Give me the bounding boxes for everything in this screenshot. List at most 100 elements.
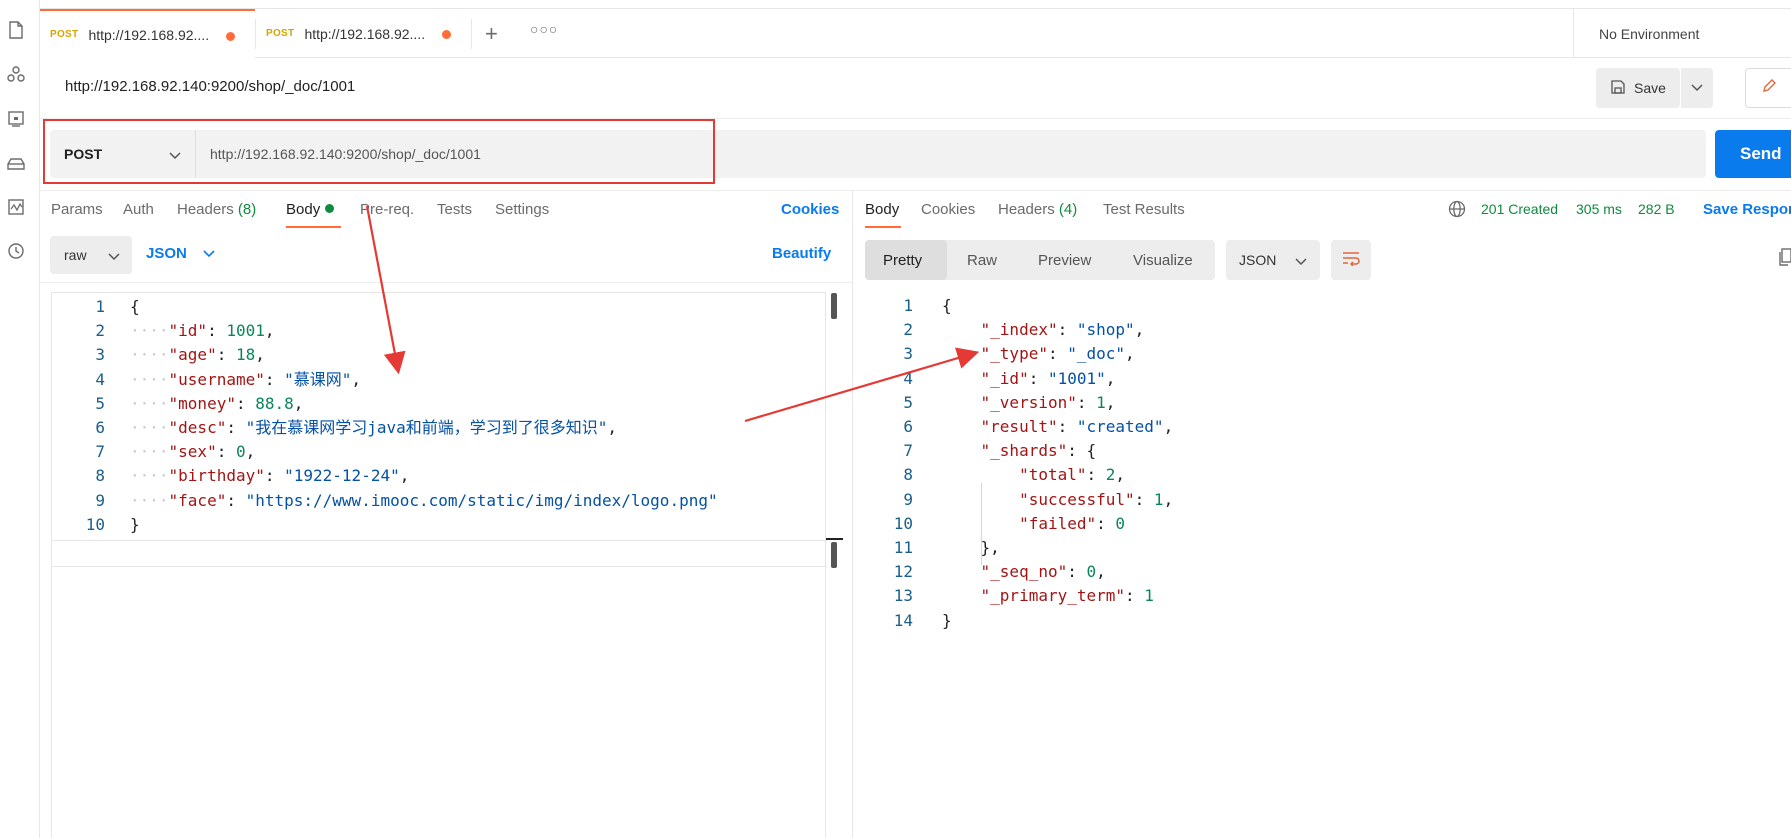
more-tabs-icon[interactable]: ○○○ — [530, 21, 558, 37]
json-key: "successful" — [1019, 489, 1135, 509]
code-text: ····"face": "https://www.imooc.com/stati… — [130, 487, 718, 514]
code-text: "_id": "1001", — [942, 365, 1116, 392]
json-value: 88.8 — [255, 393, 294, 413]
line-number: 7 — [903, 441, 913, 461]
file-icon[interactable] — [5, 19, 27, 41]
json-separator: : — [1076, 392, 1097, 412]
view-visualize[interactable]: Visualize — [1133, 240, 1193, 280]
json-key: "_id" — [980, 368, 1029, 388]
active-tab-underline — [865, 226, 901, 228]
pane-divider[interactable] — [852, 190, 853, 838]
indent-guide-dots: ···· — [130, 393, 169, 413]
save-response-button[interactable]: Save Response — [1703, 201, 1791, 218]
divider — [40, 282, 852, 283]
response-format-value: JSON — [1239, 252, 1277, 268]
code-text: ····"age": 18, — [130, 341, 265, 368]
body-language-value: JSON — [146, 245, 187, 262]
indent-guide-dots — [942, 417, 981, 436]
tab-auth[interactable]: Auth — [123, 201, 154, 218]
cookies-link[interactable]: Cookies — [781, 201, 839, 218]
line-number: 12 — [893, 562, 913, 582]
indent-guide-dots: ···· — [130, 321, 169, 341]
line-number: 3 — [95, 345, 105, 365]
indent-guide-dots — [942, 320, 981, 339]
response-size[interactable]: 282 B — [1638, 201, 1675, 217]
editor-scrollbar-lower[interactable] — [831, 542, 837, 568]
code-text: ····"id": 1001, — [130, 317, 275, 344]
response-body-viewer[interactable]: 1 {2 "_index": "shop", 3 "_type": "_doc", 4… — [860, 292, 1791, 712]
response-view-switcher: Pretty Raw Preview Visualize — [865, 240, 1215, 280]
code-text: "_primary_term": 1 — [942, 582, 1154, 609]
indent-guide-dots — [942, 465, 1019, 484]
view-pretty[interactable]: Pretty — [865, 240, 947, 280]
request-body-editor[interactable]: 1{2 ····"id": 1001, 3 ····"age": 18, 4 ····"u… — [51, 292, 827, 838]
response-tab-test-results[interactable]: Test Results — [1103, 201, 1185, 218]
save-options-button[interactable] — [1681, 68, 1713, 108]
response-tab-cookies[interactable]: Cookies — [921, 201, 975, 218]
body-mode-value: raw — [64, 247, 87, 263]
tab-settings[interactable]: Settings — [495, 201, 549, 218]
body-mode-select[interactable]: raw — [50, 236, 132, 274]
view-raw[interactable]: Raw — [967, 240, 997, 280]
json-value: } — [942, 610, 952, 630]
apis-icon[interactable] — [5, 63, 27, 85]
json-value: { — [130, 297, 140, 316]
indent-guide-dots — [942, 586, 981, 605]
line-number: 2 — [95, 321, 105, 341]
json-key: "_seq_no" — [980, 562, 1068, 582]
body-language-select[interactable]: JSON — [146, 245, 215, 262]
tab-headers[interactable]: Headers (8) — [177, 201, 256, 218]
tab-prereq[interactable]: Pre-req. — [360, 201, 414, 218]
response-tab-headers[interactable]: Headers (4) — [998, 201, 1077, 218]
request-tab-active[interactable]: POST http://192.168.92.... — [40, 9, 255, 58]
tab-method: POST — [266, 28, 295, 39]
editor-scrollbar[interactable] — [831, 293, 837, 319]
unsaved-dot — [442, 30, 451, 39]
save-button[interactable]: Save — [1596, 68, 1680, 108]
response-time[interactable]: 305 ms — [1576, 201, 1622, 217]
response-headers-count: (4) — [1058, 201, 1078, 218]
globe-icon[interactable] — [1448, 200, 1466, 223]
history-icon[interactable] — [5, 240, 27, 262]
json-separator: : — [1047, 344, 1068, 364]
environment-selector[interactable]: No Environment — [1573, 9, 1791, 58]
json-punctuation: , — [990, 538, 1000, 557]
json-value: "shop" — [1076, 320, 1135, 340]
line-number: 6 — [95, 418, 105, 437]
json-separator: : — [264, 369, 285, 389]
breadcrumb: http://192.168.92.140:9200/shop/_doc/100… — [65, 78, 356, 95]
response-tab-body[interactable]: Body — [865, 201, 899, 218]
mock-icon[interactable] — [5, 108, 27, 130]
json-key: "desc" — [168, 418, 227, 437]
scroll-marker — [826, 538, 843, 540]
code-text: ····"money": 88.8, — [130, 390, 303, 417]
code-text: "_version": 1, — [942, 389, 1116, 416]
json-key: "_shards" — [980, 441, 1068, 461]
json-value: { — [942, 296, 952, 315]
tab-body[interactable]: Body — [286, 201, 335, 218]
divider — [40, 190, 1791, 191]
response-format-select[interactable]: JSON — [1226, 240, 1320, 280]
edit-button[interactable] — [1745, 68, 1791, 108]
tab-params[interactable]: Params — [51, 201, 103, 218]
json-key: "total" — [1019, 465, 1087, 485]
json-key: "failed" — [1019, 513, 1097, 533]
wrap-lines-button[interactable] — [1331, 240, 1371, 280]
request-tab[interactable]: POST http://192.168.92.... — [256, 9, 471, 58]
json-punctuation: , — [245, 442, 256, 462]
copy-icon[interactable] — [1779, 248, 1791, 271]
tab-tests[interactable]: Tests — [437, 201, 472, 218]
line-number: 5 — [903, 392, 913, 412]
status-code[interactable]: 201 Created — [1481, 201, 1558, 217]
headers-count: (8) — [237, 201, 257, 218]
line-number: 13 — [893, 586, 913, 606]
new-tab-icon[interactable]: + — [485, 21, 498, 47]
view-preview[interactable]: Preview — [1038, 240, 1091, 280]
line-number: 8 — [95, 466, 105, 486]
send-button[interactable]: Send — [1715, 130, 1791, 178]
environment-icon[interactable] — [5, 153, 27, 175]
monitor-icon[interactable] — [5, 196, 27, 218]
beautify-button[interactable]: Beautify — [772, 245, 831, 262]
indent-guide-dots: ···· — [130, 442, 169, 462]
line-number: 14 — [893, 610, 913, 630]
